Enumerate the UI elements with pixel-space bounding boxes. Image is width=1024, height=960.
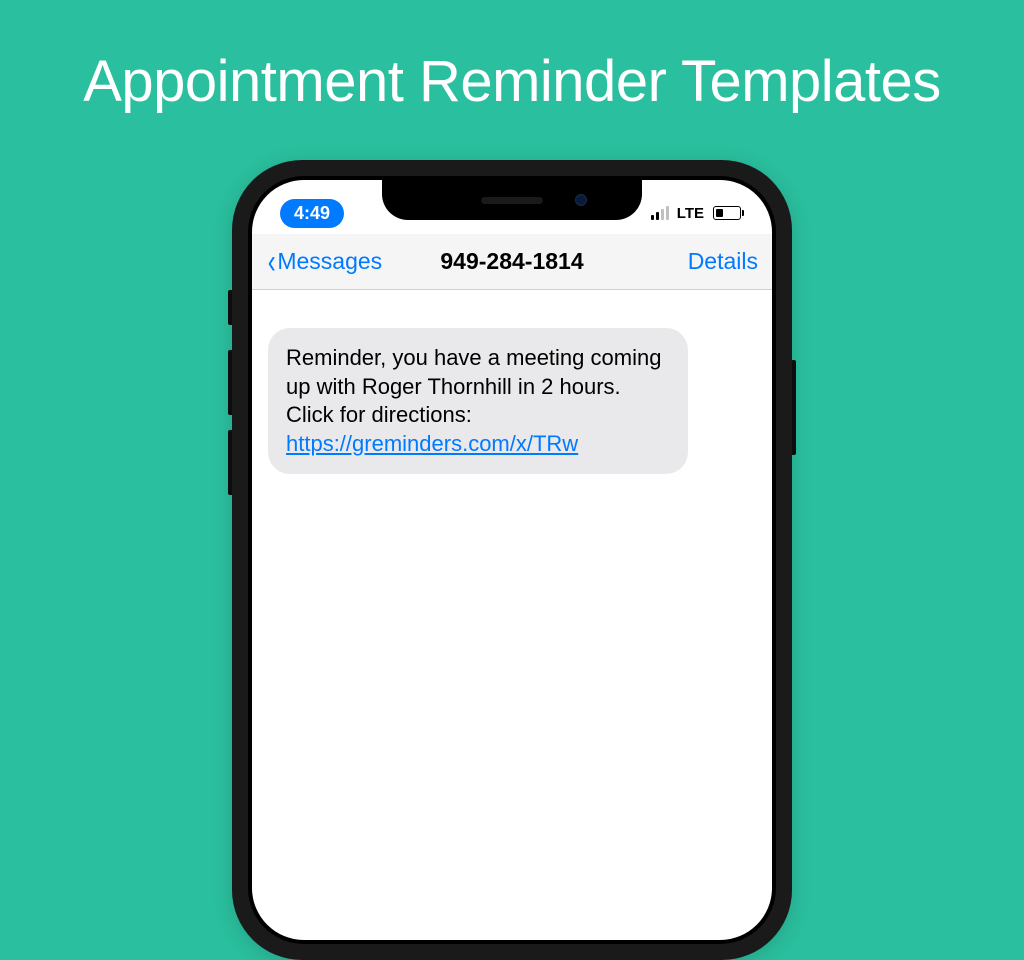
back-button[interactable]: ‹ Messages — [266, 245, 382, 279]
status-time[interactable]: 4:49 — [280, 199, 344, 228]
chevron-left-icon: ‹ — [268, 245, 276, 279]
phone-mockup: 4:49 LTE — [232, 160, 792, 960]
back-label: Messages — [277, 248, 382, 275]
phone-screen: 4:49 LTE — [252, 180, 772, 940]
mute-switch — [228, 290, 232, 325]
phone-frame: 4:49 LTE — [232, 160, 792, 960]
speaker — [481, 197, 543, 204]
messages-area: Reminder, you have a meeting coming up w… — [252, 290, 772, 512]
message-text: Reminder, you have a meeting coming up w… — [286, 345, 661, 427]
page-title: Appointment Reminder Templates — [0, 0, 1024, 115]
volume-up-button — [228, 350, 232, 415]
power-button — [792, 360, 796, 455]
message-link[interactable]: https://greminders.com/x/TRw — [286, 431, 578, 456]
details-button[interactable]: Details — [688, 248, 758, 275]
volume-down-button — [228, 430, 232, 495]
signal-icon — [651, 206, 669, 220]
network-label: LTE — [677, 205, 704, 222]
battery-icon — [713, 206, 744, 220]
front-camera — [575, 194, 587, 206]
messages-nav-bar: ‹ Messages 949-284-1814 Details — [252, 234, 772, 290]
received-message-bubble[interactable]: Reminder, you have a meeting coming up w… — [268, 328, 688, 474]
notch — [382, 180, 642, 220]
conversation-title[interactable]: 949-284-1814 — [440, 248, 583, 275]
